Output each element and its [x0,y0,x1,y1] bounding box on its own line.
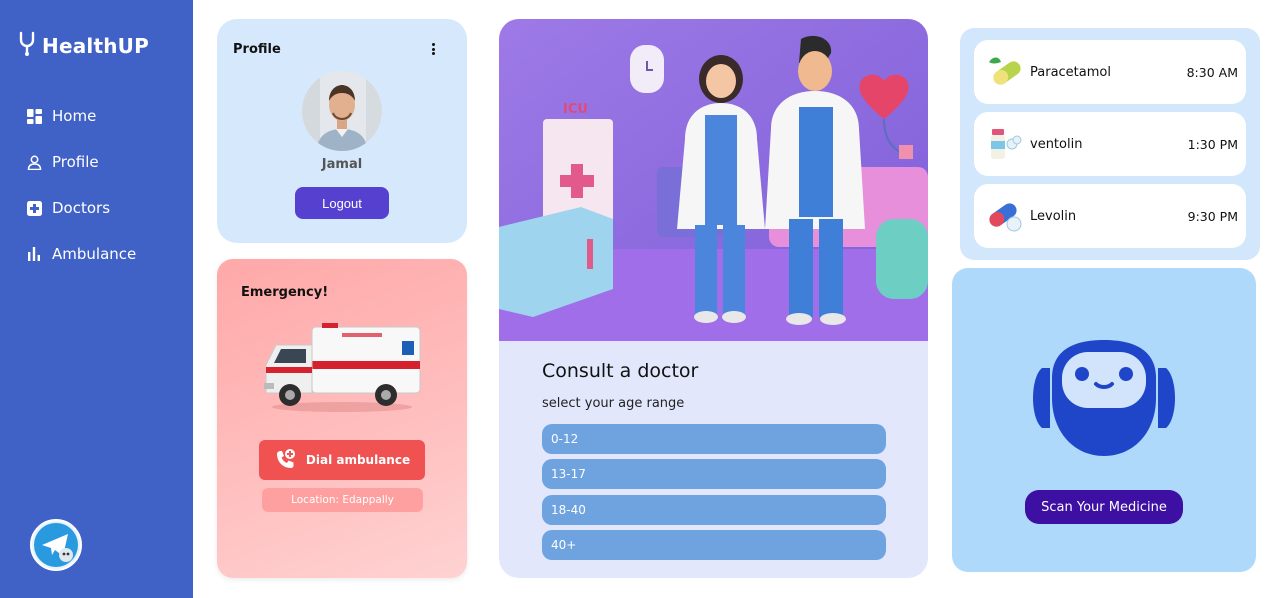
medication-item[interactable]: Levolin 9:30 PM [974,184,1246,248]
age-option-13-17[interactable]: 13-17 [542,459,886,489]
capsule-icon [986,198,1024,234]
emergency-title: Emergency! [241,285,329,300]
stethoscope-icon [18,31,38,61]
medication-name: ventolin [1030,136,1083,152]
scan-medicine-button[interactable]: Scan Your Medicine [1025,490,1183,524]
age-option-40-plus[interactable]: 40+ [542,530,886,560]
robot-icon [1030,338,1178,462]
logout-button[interactable]: Logout [295,187,389,219]
ambulance-illustration [262,321,422,417]
consult-subtitle: select your age range [542,396,685,411]
sidebar-item-ambulance[interactable]: Ambulance [26,243,136,265]
medical-cross-icon [26,200,42,216]
profile-name: Jamal [321,157,363,172]
bar-chart-icon [26,246,42,262]
phone-plus-icon [274,448,296,473]
medication-item[interactable]: ventolin 1:30 PM [974,112,1246,176]
profile-card-title: Profile [233,42,281,57]
app-name: HealthUP [42,34,149,58]
avatar [302,71,382,151]
more-options-icon[interactable] [427,41,439,57]
location-text: Location: Edappally [262,488,423,512]
icu-sign: ICU [563,102,588,117]
user-icon [26,154,42,170]
dial-ambulance-label: Dial ambulance [305,453,411,467]
brand[interactable]: HealthUP [18,31,149,61]
emergency-card: Emergency! Dial ambulance Location: Edap… [217,259,467,578]
medication-time: 9:30 PM [1187,208,1238,224]
sidebar-nav: Home Profile Doctors Ambulance [26,105,136,289]
pill-bottle-icon [986,126,1024,162]
sidebar-item-label: Home [52,107,97,125]
medication-time: 1:30 PM [1187,136,1238,152]
consult-card: ICU Consult a doctor select your age ran… [499,19,928,578]
sidebar: HealthUP Home Profile Doctors Ambulance [0,0,193,598]
age-option-0-12[interactable]: 0-12 [542,424,886,454]
dial-ambulance-button[interactable]: Dial ambulance [259,440,425,480]
sidebar-item-label: Profile [52,153,99,171]
medication-name: Paracetamol [1030,64,1111,80]
medication-item[interactable]: Paracetamol 8:30 AM [974,40,1246,104]
sidebar-item-doctors[interactable]: Doctors [26,197,136,219]
sidebar-item-home[interactable]: Home [26,105,136,127]
medication-name: Levolin [1030,208,1077,224]
doctors-hero-illustration: ICU [499,19,928,341]
sidebar-item-label: Ambulance [52,245,137,263]
consult-title: Consult a doctor [542,360,699,382]
paper-plane-bot-icon [34,523,78,567]
profile-card: Profile Jamal Logout [217,19,467,243]
pill-leaf-icon [986,54,1024,90]
age-option-18-40[interactable]: 18-40 [542,495,886,525]
medication-time: 8:30 AM [1186,64,1238,80]
assistant-bot-button[interactable] [30,519,82,571]
medication-list: Paracetamol 8:30 AM ventolin 1:30 PM Lev… [960,28,1260,260]
scan-medicine-card: Scan Your Medicine [952,268,1256,572]
sidebar-item-label: Doctors [52,199,111,217]
dashboard-icon [26,108,42,124]
sidebar-item-profile[interactable]: Profile [26,151,136,173]
